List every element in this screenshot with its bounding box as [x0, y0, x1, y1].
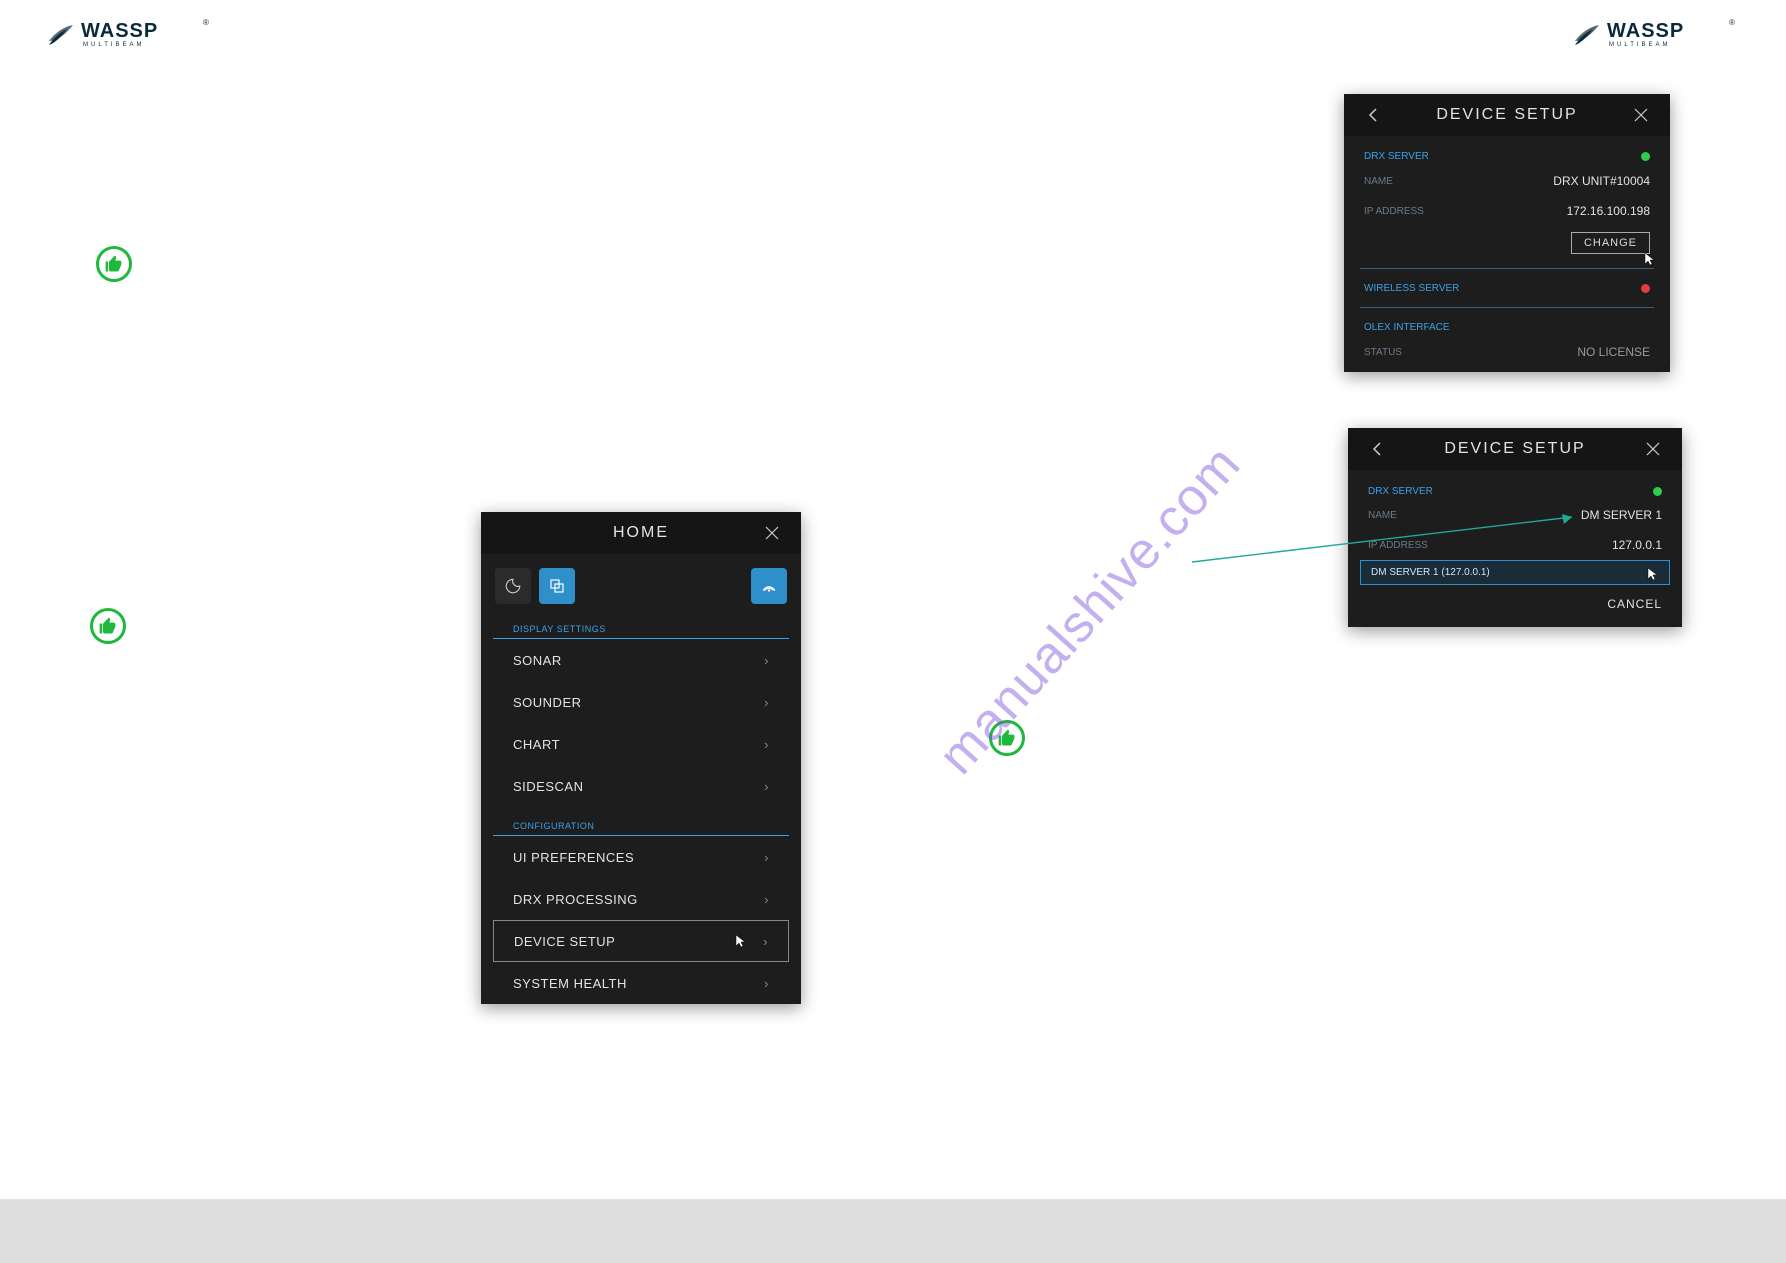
device-setup-1-title: DEVICE SETUP	[1436, 106, 1577, 124]
svg-text:MULTIBEAM: MULTIBEAM	[83, 42, 145, 48]
svg-text:WASSP: WASSP	[81, 20, 158, 42]
status-dot-red	[1641, 284, 1650, 293]
ip-value: 127.0.0.1	[1612, 538, 1662, 552]
back-icon[interactable]	[1364, 436, 1390, 462]
back-icon[interactable]	[1360, 102, 1386, 128]
menu-item-label: SOUNDER	[513, 695, 582, 710]
cancel-button[interactable]: CANCEL	[1607, 597, 1662, 611]
svg-text:MULTIBEAM: MULTIBEAM	[1609, 42, 1671, 48]
chevron-right-icon: ›	[764, 779, 769, 794]
menu-item-sonar[interactable]: SONAR ›	[493, 639, 789, 681]
brand-logo-right: WASSP MULTIBEAM ®	[1571, 15, 1741, 51]
menu-item-sidescan[interactable]: SIDESCAN ›	[493, 765, 789, 807]
device-setup-2-header: DEVICE SETUP	[1348, 428, 1682, 470]
menu-item-label: SIDESCAN	[513, 779, 583, 794]
sonar-quick-button[interactable]	[751, 568, 787, 604]
thumbs-up-icon	[989, 720, 1025, 756]
menu-item-chart[interactable]: CHART ›	[493, 723, 789, 765]
cursor-icon	[1644, 252, 1656, 266]
close-icon[interactable]	[1640, 436, 1666, 462]
cursor-icon	[735, 934, 747, 948]
svg-text:WASSP: WASSP	[1607, 20, 1684, 42]
drx-server-label: DRX SERVER	[1368, 486, 1433, 497]
name-label: NAME	[1368, 510, 1397, 521]
status-label: STATUS	[1364, 347, 1402, 358]
name-value: DRX UNIT#10004	[1553, 174, 1650, 188]
footer-band	[0, 1199, 1786, 1263]
close-icon[interactable]	[1628, 102, 1654, 128]
ip-value: 172.16.100.198	[1567, 204, 1650, 218]
night-mode-button[interactable]	[495, 568, 531, 604]
thumbs-up-icon	[96, 246, 132, 282]
page-header: WASSP MULTIBEAM ® WASSP MULTIBEAM ®	[0, 0, 1786, 70]
status-value: NO LICENSE	[1577, 345, 1650, 359]
home-panel: HOME DISPLAY SETTINGS SONAR › SOUNDER › …	[481, 512, 801, 1004]
menu-item-label: DEVICE SETUP	[514, 934, 615, 949]
home-title: HOME	[613, 524, 669, 542]
thumbs-up-icon	[90, 608, 126, 644]
menu-item-device-setup[interactable]: DEVICE SETUP ›	[493, 920, 789, 962]
quick-actions	[481, 554, 801, 610]
watermark: manualshive.com	[927, 434, 1252, 786]
ip-label: IP ADDRESS	[1364, 206, 1424, 217]
menu-item-label: UI PREFERENCES	[513, 850, 634, 865]
chevron-right-icon: ›	[764, 737, 769, 752]
menu-item-system-health[interactable]: SYSTEM HEALTH ›	[493, 962, 789, 1004]
configuration-label: CONFIGURATION	[493, 807, 789, 836]
chevron-right-icon: ›	[764, 892, 769, 907]
close-icon[interactable]	[759, 520, 785, 546]
home-panel-header: HOME	[481, 512, 801, 554]
status-dot-green	[1653, 487, 1662, 496]
change-button[interactable]: CHANGE	[1571, 232, 1650, 254]
name-label: NAME	[1364, 176, 1393, 187]
name-value: DM SERVER 1	[1581, 508, 1662, 522]
device-setup-panel-2: DEVICE SETUP DRX SERVER NAME DM SERVER 1…	[1348, 428, 1682, 627]
chevron-right-icon: ›	[764, 653, 769, 668]
status-dot-green	[1641, 152, 1650, 161]
menu-item-drx-processing[interactable]: DRX PROCESSING ›	[493, 878, 789, 920]
cursor-icon	[1647, 567, 1659, 581]
device-setup-1-header: DEVICE SETUP	[1344, 94, 1670, 136]
menu-item-label: SONAR	[513, 653, 562, 668]
wireless-server-label: WIRELESS SERVER	[1364, 283, 1459, 294]
svg-text:®: ®	[203, 18, 209, 27]
chevron-right-icon: ›	[764, 976, 769, 991]
server-option[interactable]: DM SERVER 1 (127.0.0.1)	[1360, 560, 1670, 585]
svg-text:®: ®	[1729, 18, 1735, 27]
brand-logo-left: WASSP MULTIBEAM ®	[45, 15, 215, 51]
drx-server-label: DRX SERVER	[1364, 151, 1429, 162]
olex-interface-label: OLEX INTERFACE	[1364, 322, 1450, 333]
chevron-right-icon: ›	[763, 934, 768, 949]
server-option-label: DM SERVER 1 (127.0.0.1)	[1371, 567, 1490, 578]
layout-button[interactable]	[539, 568, 575, 604]
menu-item-label: CHART	[513, 737, 560, 752]
ip-label: IP ADDRESS	[1368, 540, 1428, 551]
menu-item-sounder[interactable]: SOUNDER ›	[493, 681, 789, 723]
menu-item-ui-preferences[interactable]: UI PREFERENCES ›	[493, 836, 789, 878]
device-setup-2-title: DEVICE SETUP	[1444, 440, 1585, 458]
menu-item-label: DRX PROCESSING	[513, 892, 638, 907]
chevron-right-icon: ›	[764, 850, 769, 865]
device-setup-panel-1: DEVICE SETUP DRX SERVER NAME DRX UNIT#10…	[1344, 94, 1670, 372]
display-settings-label: DISPLAY SETTINGS	[493, 610, 789, 639]
chevron-right-icon: ›	[764, 695, 769, 710]
menu-item-label: SYSTEM HEALTH	[513, 976, 627, 991]
